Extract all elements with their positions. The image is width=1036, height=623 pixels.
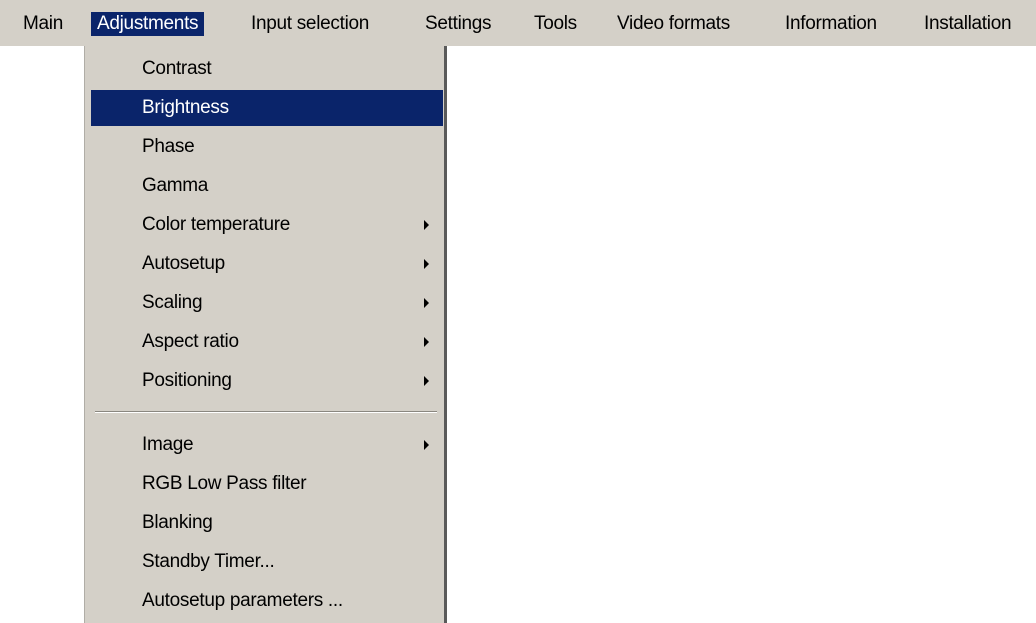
menu-item-blanking[interactable]: Blanking: [91, 505, 443, 541]
menu-item-scaling[interactable]: Scaling: [91, 285, 443, 321]
menu-installation[interactable]: Installation: [924, 12, 1012, 36]
menu-item-label: Image: [142, 434, 194, 455]
menu-tools[interactable]: Tools: [534, 12, 577, 36]
menu-main[interactable]: Main: [23, 12, 63, 36]
menu-item-rgb-low-pass-filter[interactable]: RGB Low Pass filter: [91, 466, 443, 502]
menu-separator: [95, 411, 437, 413]
menu-item-label: Positioning: [142, 370, 232, 391]
menu-item-label: Scaling: [142, 292, 203, 313]
submenu-arrow-icon: [424, 337, 429, 347]
menu-item-label: Autosetup: [142, 253, 225, 274]
menu-item-brightness[interactable]: Brightness: [91, 90, 443, 126]
menu-item-standby-timer[interactable]: Standby Timer...: [91, 544, 443, 580]
submenu-arrow-icon: [424, 259, 429, 269]
menu-item-color-temperature[interactable]: Color temperature: [91, 207, 443, 243]
menu-item-contrast[interactable]: Contrast: [91, 51, 443, 87]
menu-item-label: Color temperature: [142, 214, 291, 235]
submenu-arrow-icon: [424, 298, 429, 308]
menu-video-formats[interactable]: Video formats: [617, 12, 730, 36]
menu-item-autosetup-parameters[interactable]: Autosetup parameters ...: [91, 583, 443, 619]
menu-item-label: Phase: [142, 136, 195, 157]
menu-item-label: Aspect ratio: [142, 331, 239, 352]
menu-settings[interactable]: Settings: [425, 12, 492, 36]
menu-adjustments[interactable]: Adjustments: [91, 12, 205, 36]
submenu-arrow-icon: [424, 220, 429, 230]
menu-item-phase[interactable]: Phase: [91, 129, 443, 165]
menu-item-label: Gamma: [142, 175, 209, 196]
menu-item-aspect-ratio[interactable]: Aspect ratio: [91, 324, 443, 360]
menu-item-label: Blanking: [142, 512, 213, 533]
menu-item-positioning[interactable]: Positioning: [91, 363, 443, 399]
adjustments-dropdown: Contrast Brightness Phase Gamma Color te…: [84, 46, 447, 623]
menu-item-autosetup[interactable]: Autosetup: [91, 246, 443, 282]
menu-input-selection[interactable]: Input selection: [251, 12, 369, 36]
menu-item-label: Autosetup parameters ...: [142, 590, 343, 611]
menu-item-label: RGB Low Pass filter: [142, 473, 307, 494]
menu-item-label: Brightness: [142, 97, 229, 118]
menu-information[interactable]: Information: [785, 12, 877, 36]
submenu-arrow-icon: [424, 440, 429, 450]
menu-bar: Main Adjustments Input selection Setting…: [0, 0, 1036, 46]
menu-item-gamma[interactable]: Gamma: [91, 168, 443, 204]
menu-item-label: Standby Timer...: [142, 551, 275, 572]
submenu-arrow-icon: [424, 376, 429, 386]
menu-item-label: Contrast: [142, 58, 212, 79]
menu-item-image[interactable]: Image: [91, 427, 443, 463]
